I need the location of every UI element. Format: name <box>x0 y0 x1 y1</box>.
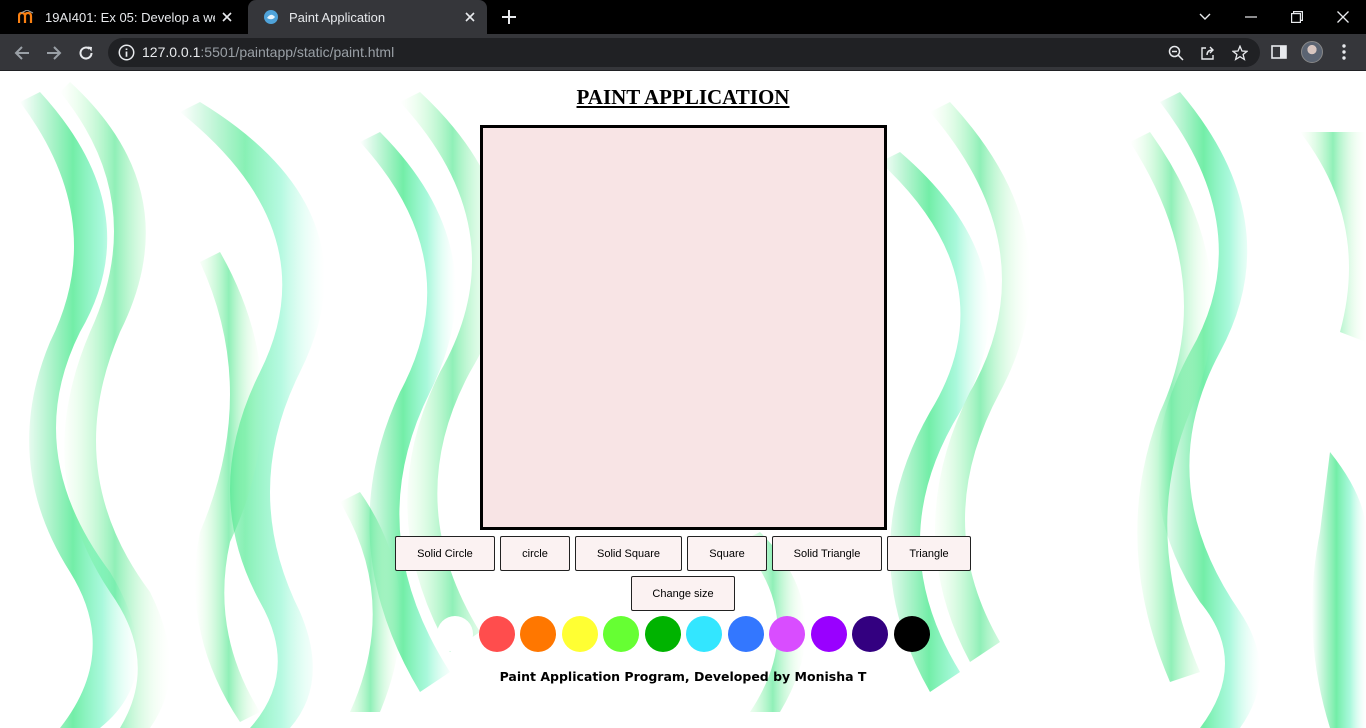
star-icon[interactable] <box>1231 44 1249 62</box>
address-bar[interactable]: 127.0.0.1:5501/paintapp/static/paint.htm… <box>108 38 1260 67</box>
color-swatch[interactable] <box>478 616 515 652</box>
restore-icon[interactable] <box>1274 0 1320 34</box>
minimize-icon[interactable] <box>1228 0 1274 34</box>
tab-paint-application[interactable]: Paint Application <box>248 0 487 34</box>
change-size-button[interactable]: Change size <box>631 576 735 611</box>
triangle-button[interactable]: Triangle <box>887 536 971 571</box>
solid-triangle-button[interactable]: Solid Triangle <box>772 536 882 571</box>
color-swatch[interactable] <box>810 616 847 652</box>
zoom-icon[interactable] <box>1167 44 1185 62</box>
page-favicon-icon <box>262 9 280 25</box>
color-swatch[interactable] <box>686 616 722 652</box>
profile-avatar-icon[interactable] <box>1301 41 1323 63</box>
close-icon[interactable] <box>463 10 477 24</box>
more-menu-icon[interactable] <box>1334 42 1354 62</box>
tab-title: Paint Application <box>289 9 386 25</box>
reload-icon[interactable] <box>73 40 99 66</box>
forward-icon[interactable] <box>41 40 67 66</box>
new-tab-icon[interactable] <box>498 6 520 28</box>
tab-search-icon[interactable] <box>1182 0 1228 34</box>
footer-credit: Paint Application Program, Developed by … <box>499 669 867 684</box>
page-title: PAINT APPLICATION <box>576 85 790 109</box>
side-panel-icon[interactable] <box>1269 42 1289 62</box>
moodle-icon <box>18 9 36 25</box>
circle-button[interactable]: circle <box>500 536 570 571</box>
tab-title: 19AI401: Ex 05: Develop a webpage <box>45 9 215 25</box>
tab-bar: 19AI401: Ex 05: Develop a webpage Paint … <box>0 0 1366 34</box>
solid-circle-button[interactable]: Solid Circle <box>395 536 495 571</box>
info-icon[interactable] <box>118 44 135 61</box>
size-button-row: Change size <box>0 576 1366 611</box>
color-swatch[interactable] <box>437 616 473 652</box>
drawing-canvas[interactable] <box>480 125 887 530</box>
window-close-icon[interactable] <box>1320 0 1366 34</box>
color-swatch[interactable] <box>727 616 764 652</box>
color-palette <box>437 616 930 652</box>
color-swatch[interactable] <box>769 616 805 652</box>
url-text[interactable]: 127.0.0.1:5501/paintapp/static/paint.htm… <box>142 44 394 60</box>
share-icon[interactable] <box>1199 44 1217 62</box>
color-swatch[interactable] <box>561 616 598 652</box>
close-icon[interactable] <box>220 10 234 24</box>
color-swatch[interactable] <box>520 616 556 652</box>
color-swatch[interactable] <box>603 616 639 652</box>
tab-moodle[interactable]: 19AI401: Ex 05: Develop a webpage <box>4 0 244 34</box>
color-swatch[interactable] <box>644 616 681 652</box>
color-swatch[interactable] <box>852 616 888 652</box>
back-icon[interactable] <box>9 40 35 66</box>
shape-button-row: Solid Circle circle Solid Square Square … <box>0 536 1366 571</box>
browser-toolbar: 127.0.0.1:5501/paintapp/static/paint.htm… <box>0 34 1366 71</box>
solid-square-button[interactable]: Solid Square <box>575 536 682 571</box>
color-swatch[interactable] <box>893 616 930 652</box>
page-viewport: PAINT APPLICATION Solid Circle circle So… <box>0 72 1366 728</box>
square-button[interactable]: Square <box>687 536 767 571</box>
